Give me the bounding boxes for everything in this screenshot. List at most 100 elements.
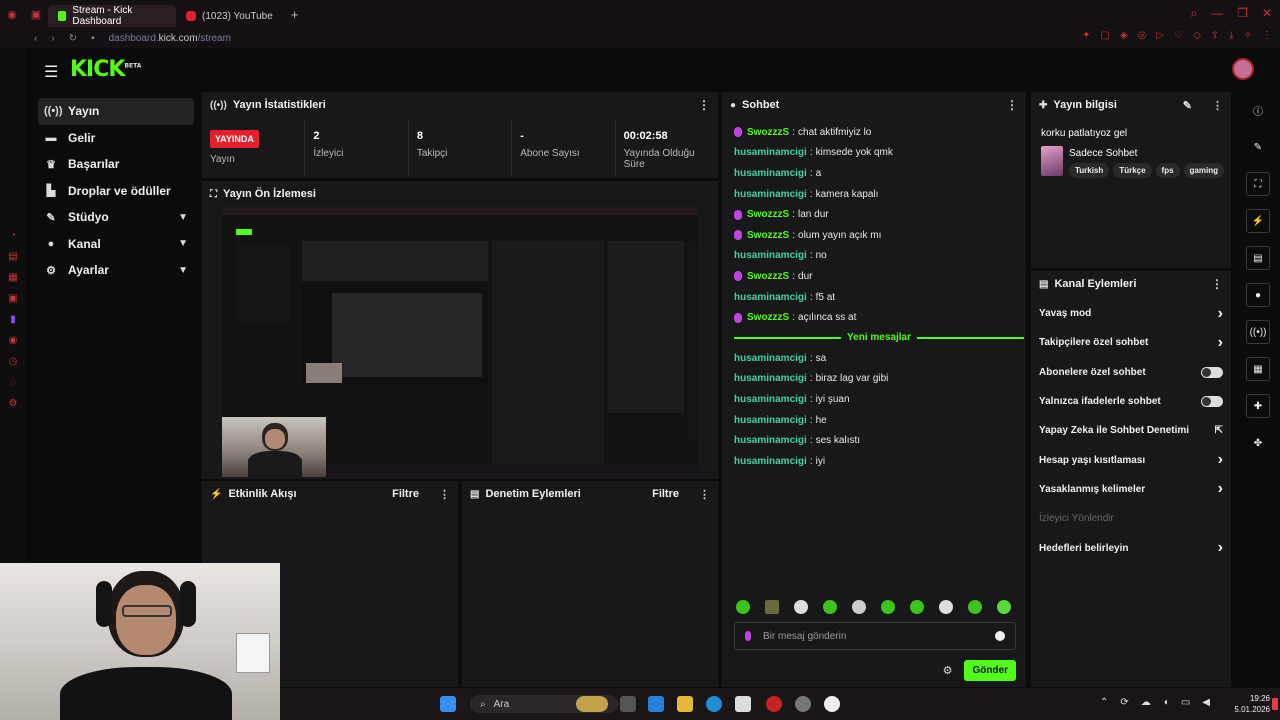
back-icon[interactable]: ‹	[34, 33, 37, 44]
send-button[interactable]: Gönder	[964, 660, 1016, 681]
channel-action-row[interactable]: Yapay Zeka ile Sohbet Denetimi ⇱	[1031, 416, 1231, 445]
task-view-icon[interactable]	[620, 696, 636, 712]
chat-username[interactable]: husaminamcigi	[734, 456, 807, 467]
emote-icon[interactable]	[997, 600, 1011, 614]
emote-icon[interactable]	[823, 600, 837, 614]
sidebar-messenger-icon[interactable]: ▣	[8, 293, 17, 304]
chat-input[interactable]: Bir mesaj gönderin	[734, 622, 1016, 650]
chat-username[interactable]: husaminamcigi	[734, 189, 807, 200]
chat-username[interactable]: husaminamcigi	[734, 435, 807, 446]
filter-button[interactable]: Filtre	[392, 488, 419, 500]
notification-icon[interactable]	[1272, 698, 1278, 710]
nav-item-basarilar[interactable]: ♛ Başarılar	[38, 151, 194, 178]
kick-logo[interactable]: KICKBETA	[70, 57, 141, 82]
channel-action-row[interactable]: Takipçilere özel sohbet ›	[1031, 328, 1231, 357]
chat-username[interactable]: husaminamcigi	[734, 394, 807, 405]
maximize-icon[interactable]: ❐	[1237, 6, 1248, 21]
toggle-switch[interactable]	[1201, 366, 1223, 378]
sync-icon[interactable]: ⟳	[1120, 697, 1128, 708]
emote-icon[interactable]	[881, 600, 895, 614]
microphone-icon[interactable]: ◖	[1163, 697, 1169, 708]
sidebar-history-icon[interactable]: ◷	[9, 356, 18, 367]
new-tab-button[interactable]: +	[291, 7, 299, 22]
screenshot-icon[interactable]: ▢	[1101, 30, 1110, 41]
more-options-icon[interactable]: ⋮	[439, 488, 450, 501]
tab-youtube[interactable]: (1023) YouTube	[176, 5, 283, 27]
emote-icon[interactable]	[968, 600, 982, 614]
chat-username[interactable]: husaminamcigi	[734, 353, 807, 364]
more-options-icon[interactable]: ⋮	[699, 488, 710, 501]
channel-action-row[interactable]: Hesap yaşı kısıtlaması ›	[1031, 445, 1231, 474]
apps-icon[interactable]: ✤	[1246, 431, 1270, 455]
close-icon[interactable]: ✕	[1262, 6, 1272, 21]
emote-icon[interactable]	[910, 600, 924, 614]
sidebar-extensions-icon[interactable]: ◌	[10, 377, 16, 388]
taskbar-widget-icon[interactable]	[576, 696, 608, 712]
minimize-icon[interactable]: —	[1211, 6, 1223, 21]
more-options-icon[interactable]: ⋮	[1006, 98, 1018, 112]
chat-username[interactable]: SwozzzS	[747, 209, 789, 220]
extensions-icon[interactable]: ◇	[1193, 30, 1201, 41]
clock[interactable]: 19:26 5.01.2026	[1234, 693, 1270, 715]
channel-action-row[interactable]: Yasaklanmış kelimeler ›	[1031, 475, 1231, 504]
share-icon[interactable]: ⇪	[1211, 30, 1219, 41]
cloud-icon[interactable]: ☁	[1141, 697, 1151, 708]
store-icon[interactable]	[735, 696, 751, 712]
edge-icon[interactable]	[706, 696, 722, 712]
chat-icon[interactable]: ●	[1246, 283, 1270, 307]
edit-icon[interactable]: ✎	[1246, 135, 1270, 159]
workspaces-icon[interactable]: ▣	[24, 0, 48, 28]
tag[interactable]: fps	[1155, 163, 1180, 178]
channel-action-row[interactable]: Abonelere özel sohbet	[1031, 358, 1231, 387]
broadcast-icon[interactable]: ((•))	[1246, 320, 1270, 344]
more-options-icon[interactable]: ⋮	[698, 98, 710, 112]
channel-action-row[interactable]: Hedefleri belirleyin ›	[1031, 533, 1231, 562]
document-icon[interactable]: ▤	[1246, 246, 1270, 270]
pin-icon[interactable]: ✦	[1082, 30, 1090, 41]
reload-icon[interactable]: ↻	[69, 33, 77, 44]
emote-icon[interactable]	[736, 600, 750, 614]
chevron-up-icon[interactable]: ⌃	[1100, 697, 1108, 708]
stream-preview-video[interactable]	[222, 207, 698, 477]
menu-icon[interactable]: ☰	[44, 62, 58, 82]
channel-action-row[interactable]: Yavaş mod ›	[1031, 299, 1231, 328]
chat-username[interactable]: SwozzzS	[747, 127, 789, 138]
chat-settings-icon[interactable]: ⚙	[943, 664, 953, 677]
chat-username[interactable]: SwozzzS	[747, 230, 789, 241]
toggle-switch[interactable]	[1201, 396, 1223, 408]
edit-icon[interactable]: ✎	[1183, 99, 1192, 112]
file-explorer-icon[interactable]	[677, 696, 693, 712]
forward-icon[interactable]: ›	[51, 33, 54, 44]
display-icon[interactable]: ▭	[1181, 697, 1190, 708]
nav-item-gelir[interactable]: ▬ Gelir	[38, 125, 194, 152]
play-icon[interactable]: ▷	[1156, 30, 1164, 41]
obs-icon[interactable]	[824, 696, 840, 712]
focus-icon[interactable]: ⛶	[1246, 172, 1270, 196]
emoji-icon[interactable]	[995, 631, 1005, 641]
heart-icon[interactable]: ♡	[1174, 30, 1183, 41]
nav-item-ayarlar[interactable]: ⚙ Ayarlar ▼	[38, 257, 194, 284]
sidebar-social-icon[interactable]: ▦	[8, 272, 17, 283]
download-icon[interactable]: ⤓	[1229, 30, 1233, 41]
more-icon[interactable]: ⋮	[1262, 30, 1272, 41]
wrench-icon[interactable]: ✚	[1246, 394, 1270, 418]
more-options-icon[interactable]: ⋮	[1212, 99, 1223, 112]
chat-username[interactable]: husaminamcigi	[734, 415, 807, 426]
nav-item-kanal[interactable]: ● Kanal ▼	[38, 231, 194, 258]
app-icon[interactable]	[795, 696, 811, 712]
chat-username[interactable]: husaminamcigi	[734, 373, 807, 384]
camera-icon[interactable]: ◎	[1138, 30, 1147, 41]
shield-icon[interactable]: ◈	[1120, 30, 1128, 41]
nav-item-droplar[interactable]: ▙ Droplar ve ödüller	[38, 178, 194, 205]
emote-icon[interactable]	[852, 600, 866, 614]
info-icon[interactable]: ⓘ	[1246, 98, 1270, 122]
search-tabs-icon[interactable]: ⌕	[1190, 6, 1197, 21]
avatar[interactable]	[1232, 58, 1254, 80]
chat-username[interactable]: husaminamcigi	[734, 147, 807, 158]
tab-kick-dashboard[interactable]: Stream - Kick Dashboard	[48, 5, 176, 27]
sidebar-twitch-icon[interactable]: ▮	[10, 314, 16, 325]
ai-icon[interactable]: ✧	[1244, 30, 1252, 41]
tag[interactable]: gaming	[1183, 163, 1224, 178]
browser-menu-icon[interactable]: ◉	[0, 0, 24, 28]
chat-username[interactable]: husaminamcigi	[734, 250, 807, 261]
